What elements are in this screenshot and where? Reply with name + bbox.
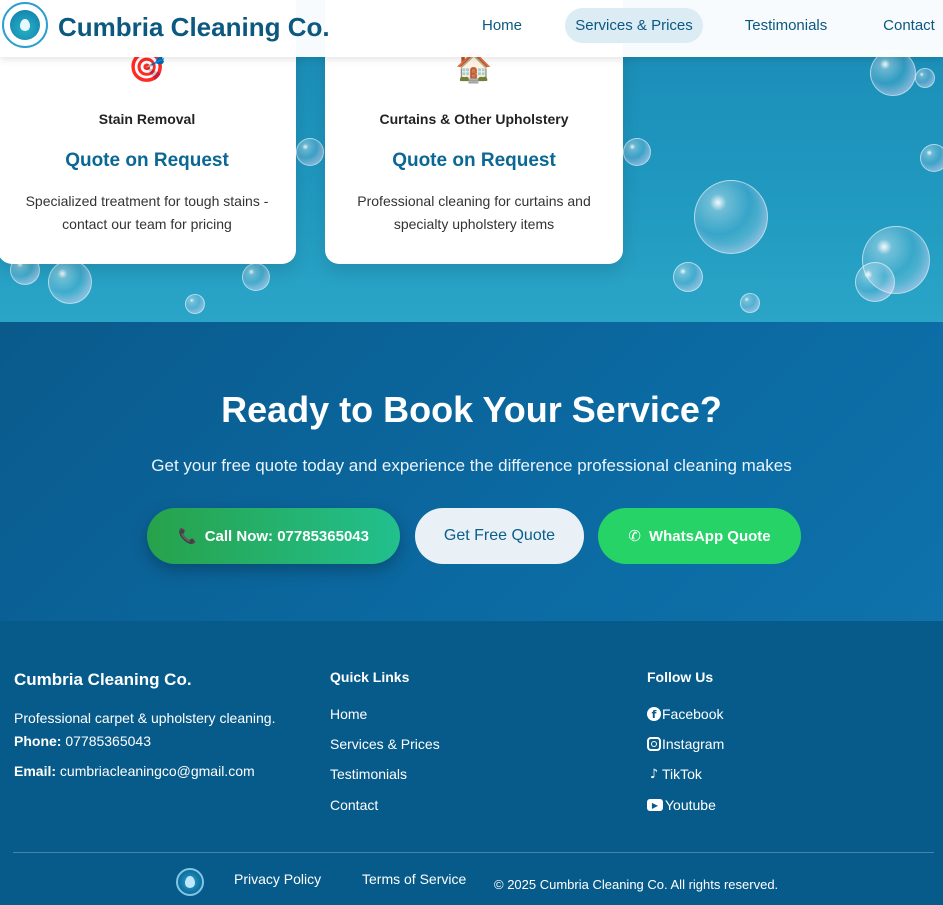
call-now-button[interactable]: 📞 Call Now: 07785365043 (147, 508, 400, 564)
instagram-icon (647, 737, 661, 751)
call-now-label: Call Now: 07785365043 (204, 527, 369, 545)
service-price: Quote on Request (65, 150, 229, 171)
footer-link-services[interactable]: Services & Prices (330, 736, 440, 752)
email-label: Email: (14, 763, 57, 779)
social-label: Instagram (662, 736, 725, 752)
whatsapp-quote-label: WhatsApp Quote (648, 527, 771, 545)
phone-icon: 📞 (178, 527, 197, 545)
water-drop-icon (185, 876, 195, 888)
whatsapp-icon: ✆ (628, 527, 641, 545)
social-label: Facebook (662, 706, 724, 722)
footer-link-contact[interactable]: Contact (330, 797, 378, 813)
social-label: Youtube (665, 797, 716, 813)
footer-brand: Cumbria Cleaning Co. (14, 670, 192, 689)
cta-heading: Ready to Book Your Service? (221, 389, 722, 430)
social-link-instagram[interactable]: Instagram (647, 736, 724, 752)
bubble-decoration (48, 260, 92, 304)
bubble-decoration (623, 138, 651, 166)
site-footer: Cumbria Cleaning Co. Professional carpet… (0, 621, 943, 905)
company-logo[interactable] (2, 2, 48, 48)
privacy-policy-link[interactable]: Privacy Policy (234, 871, 321, 887)
footer-divider (13, 852, 934, 853)
get-free-quote-label: Get Free Quote (443, 527, 556, 544)
nav-services-prices[interactable]: Services & Prices (565, 8, 703, 43)
bubble-decoration (920, 144, 943, 172)
quick-links-heading: Quick Links (330, 669, 410, 685)
get-free-quote-button[interactable]: Get Free Quote (415, 508, 584, 564)
phone-number: 07785365043 (65, 733, 151, 749)
copyright-text: © 2025 Cumbria Cleaning Co. All rights r… (494, 877, 779, 892)
youtube-icon: ▶ (647, 799, 663, 811)
phone-label: Phone: (14, 733, 62, 749)
whatsapp-quote-button[interactable]: ✆ WhatsApp Quote (598, 508, 801, 564)
service-description: Specialized treatment for tough stains -… (25, 193, 269, 232)
footer-email: Email: cumbriacleaningco@gmail.com (14, 763, 255, 779)
bubble-decoration (296, 138, 324, 166)
service-title: Stain Removal (98, 111, 196, 127)
water-drop-icon (10, 10, 40, 40)
service-price: Quote on Request (392, 150, 556, 171)
bubble-decoration (915, 68, 935, 88)
nav-home[interactable]: Home (468, 8, 536, 43)
follow-us-heading: Follow Us (647, 669, 714, 685)
service-title: Curtains & Other Upholstery (379, 111, 569, 127)
nav-testimonials[interactable]: Testimonials (733, 8, 839, 43)
tiktok-icon: ♪ (649, 766, 659, 782)
footer-link-testimonials[interactable]: Testimonials (330, 766, 407, 782)
bubble-decoration (242, 263, 270, 291)
nav-contact[interactable]: Contact (870, 8, 943, 43)
footer-tagline: Professional carpet & upholstery cleanin… (14, 710, 276, 726)
cta-subheading: Get your free quote today and experience… (151, 456, 792, 475)
social-link-youtube[interactable]: ▶ Youtube (647, 797, 716, 813)
bubble-decoration (185, 294, 205, 314)
site-header: Cumbria Cleaning Co. Home Services & Pri… (0, 0, 943, 57)
footer-link-home[interactable]: Home (330, 706, 367, 722)
social-label: TikTok (662, 766, 702, 782)
footer-phone: Phone: 07785365043 (14, 733, 151, 749)
social-link-facebook[interactable]: f Facebook (647, 706, 723, 722)
terms-of-service-link[interactable]: Terms of Service (362, 871, 466, 887)
facebook-icon: f (647, 707, 661, 721)
social-link-tiktok[interactable]: ♪ TikTok (647, 766, 702, 782)
email-address: cumbriacleaningco@gmail.com (59, 763, 255, 779)
service-description: Professional cleaning for curtains and s… (357, 193, 591, 232)
bubble-decoration (740, 293, 760, 313)
bubble-decoration (855, 262, 895, 302)
footer-logo (176, 868, 204, 896)
brand-name[interactable]: Cumbria Cleaning Co. (58, 12, 330, 43)
booking-cta-section: Ready to Book Your Service? Get your fre… (0, 322, 943, 621)
bubble-decoration (694, 180, 768, 254)
bubble-decoration (673, 262, 703, 292)
